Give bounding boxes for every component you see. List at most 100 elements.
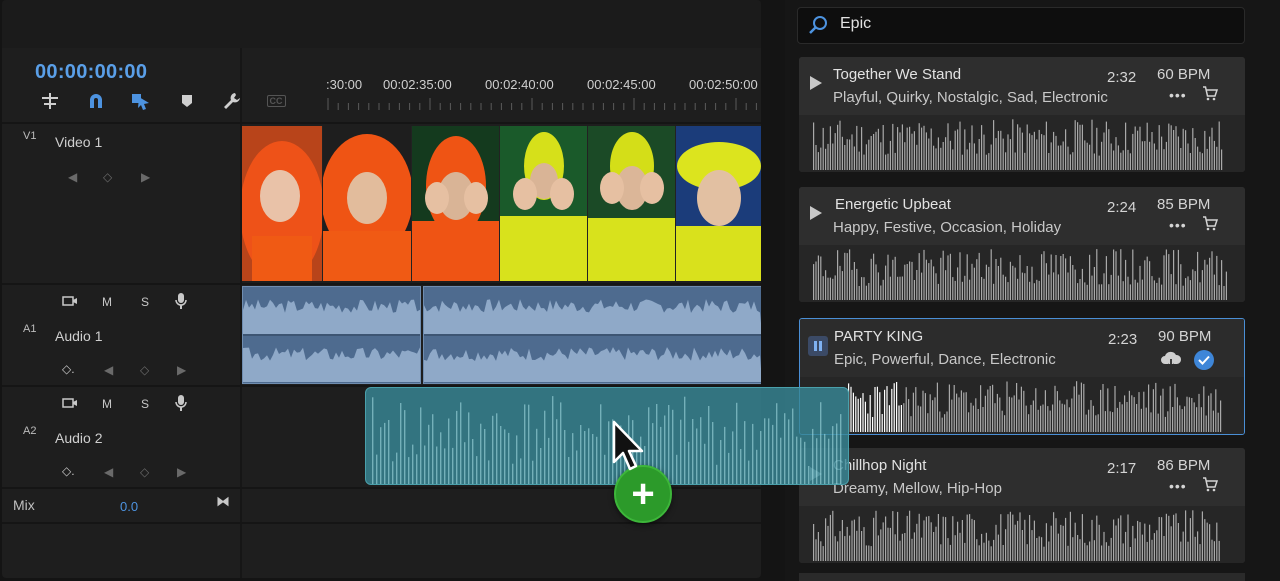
waveform-bar bbox=[1018, 399, 1020, 432]
waveform-bar bbox=[861, 277, 863, 300]
waveform-bar bbox=[987, 389, 989, 432]
play-icon[interactable] bbox=[810, 76, 822, 90]
waveform-shape bbox=[424, 299, 761, 383]
music-track-card-active[interactable]: PARTY KING Epic, Powerful, Dance, Electr… bbox=[799, 318, 1245, 435]
cart-icon[interactable] bbox=[1202, 86, 1219, 106]
music-track-card[interactable]: Together We Stand Playful, Quirky, Nosta… bbox=[799, 57, 1245, 172]
audio-clip[interactable] bbox=[423, 286, 761, 384]
microphone-icon[interactable] bbox=[175, 292, 187, 313]
track-title: Together We Stand bbox=[833, 66, 962, 83]
waveform-bar bbox=[942, 250, 944, 300]
mix-value[interactable]: 0.0 bbox=[120, 499, 138, 514]
add-keyframe-icon[interactable]: ◇ bbox=[140, 465, 149, 479]
waveform-bar bbox=[1001, 410, 1003, 432]
dragged-audio-clip[interactable] bbox=[365, 387, 849, 485]
prev-keyframe-icon[interactable]: ◀ bbox=[104, 465, 113, 479]
waveform-bar bbox=[832, 143, 834, 170]
waveform-bar bbox=[932, 400, 934, 432]
captions-label: CC bbox=[266, 95, 286, 107]
prev-keyframe-icon[interactable]: ◀ bbox=[104, 363, 113, 377]
waveform-bar bbox=[1115, 137, 1117, 170]
solo-button[interactable]: S bbox=[141, 397, 149, 411]
waveform-bar bbox=[1181, 409, 1183, 432]
mute-button[interactable]: M bbox=[102, 397, 112, 411]
waveform-bar bbox=[1170, 274, 1172, 300]
waveform-bar bbox=[464, 442, 466, 484]
pause-icon[interactable] bbox=[808, 336, 828, 356]
wrench-icon[interactable] bbox=[221, 90, 243, 112]
waveform-bar bbox=[1017, 124, 1019, 170]
waveform-bar bbox=[862, 393, 864, 432]
voiceover-icon[interactable] bbox=[62, 295, 78, 310]
add-keyframe-icon[interactable]: ◇ bbox=[140, 363, 149, 377]
add-keyframe-icon[interactable]: ◇ bbox=[103, 170, 112, 184]
waveform-bar bbox=[881, 414, 883, 432]
waveform-bar bbox=[668, 405, 670, 484]
mute-button[interactable]: M bbox=[102, 295, 112, 309]
waveform-bar bbox=[899, 276, 901, 300]
search-bar[interactable]: Epic bbox=[797, 7, 1245, 44]
waveform-bar bbox=[1117, 275, 1119, 300]
next-keyframe-icon[interactable]: ▶ bbox=[177, 465, 186, 479]
waveform-bar bbox=[1077, 283, 1079, 300]
volume-keyframe-icon[interactable]: ◇. bbox=[62, 362, 75, 376]
linked-selection-icon[interactable] bbox=[130, 90, 152, 112]
next-keyframe-icon[interactable]: ▶ bbox=[141, 170, 150, 184]
cloud-download-icon[interactable] bbox=[1160, 351, 1182, 374]
playhead-timecode[interactable]: 00:00:00:00 bbox=[35, 61, 147, 84]
solo-button[interactable]: S bbox=[141, 295, 149, 309]
volume-keyframe-icon[interactable]: ◇. bbox=[62, 464, 75, 478]
captions-icon[interactable]: CC bbox=[264, 90, 288, 112]
dragged-waveform bbox=[372, 396, 842, 484]
waveform-bar bbox=[981, 125, 983, 170]
prev-keyframe-icon[interactable]: ◀ bbox=[68, 170, 77, 184]
waveform-bar bbox=[1100, 389, 1102, 432]
waveform-bar bbox=[1083, 383, 1085, 432]
waveform-bar bbox=[824, 433, 826, 484]
music-track-card[interactable]: Energetic Upbeat Happy, Festive, Occasio… bbox=[799, 187, 1245, 302]
marker-icon[interactable] bbox=[176, 90, 198, 112]
cart-icon[interactable] bbox=[1202, 477, 1219, 497]
more-options-icon[interactable]: ••• bbox=[1169, 87, 1187, 103]
waveform-bar bbox=[1062, 525, 1064, 561]
music-track-card[interactable]: Chillhop Night Dreamy, Mellow, Hip-Hop 2… bbox=[799, 448, 1245, 563]
video-clip[interactable] bbox=[242, 126, 761, 281]
waveform-bar bbox=[488, 460, 490, 484]
microphone-icon[interactable] bbox=[175, 394, 187, 415]
waveform-bar bbox=[1189, 518, 1191, 561]
waveform-bar bbox=[853, 519, 855, 561]
waveform-bar bbox=[1064, 404, 1066, 432]
waveform-bar bbox=[1021, 272, 1023, 300]
time-ruler[interactable]: :30:00 00:02:35:00 00:02:40:00 00:02:45:… bbox=[324, 72, 761, 116]
waveform-bar bbox=[576, 450, 578, 484]
audio-clip[interactable] bbox=[242, 286, 421, 384]
waveform-bar bbox=[1057, 145, 1059, 170]
waveform-bar bbox=[892, 123, 894, 170]
waveform-bar bbox=[1041, 134, 1043, 170]
more-options-icon[interactable]: ••• bbox=[1169, 217, 1187, 233]
waveform-bar bbox=[856, 530, 858, 561]
waveform-bar bbox=[1110, 274, 1112, 300]
waveform-bar bbox=[912, 392, 914, 432]
waveform-bar bbox=[834, 133, 836, 170]
waveform-bar bbox=[792, 408, 794, 484]
ruler-label: 00:02:50:00 bbox=[689, 77, 758, 92]
ripple-edit-icon[interactable] bbox=[39, 90, 61, 112]
play-icon[interactable] bbox=[810, 206, 822, 220]
waveform-bar bbox=[424, 445, 426, 484]
waveform-bar bbox=[1146, 541, 1148, 561]
voiceover-icon[interactable] bbox=[62, 397, 78, 412]
search-input[interactable]: Epic bbox=[840, 15, 871, 33]
waveform-bar bbox=[1115, 525, 1117, 561]
waveform-bar bbox=[1080, 382, 1082, 432]
next-keyframe-icon[interactable]: ▶ bbox=[177, 363, 186, 377]
magnet-icon[interactable] bbox=[85, 90, 107, 112]
mix-bowtie-icon[interactable]: ⧓ bbox=[216, 493, 230, 510]
waveform-bar bbox=[825, 518, 827, 561]
waveform-bar bbox=[930, 259, 932, 300]
next-track-card[interactable] bbox=[799, 573, 1245, 581]
waveform-bar bbox=[1134, 279, 1136, 300]
cart-icon[interactable] bbox=[1202, 216, 1219, 236]
waveform-bar bbox=[1086, 142, 1088, 170]
more-options-icon[interactable]: ••• bbox=[1169, 478, 1187, 494]
